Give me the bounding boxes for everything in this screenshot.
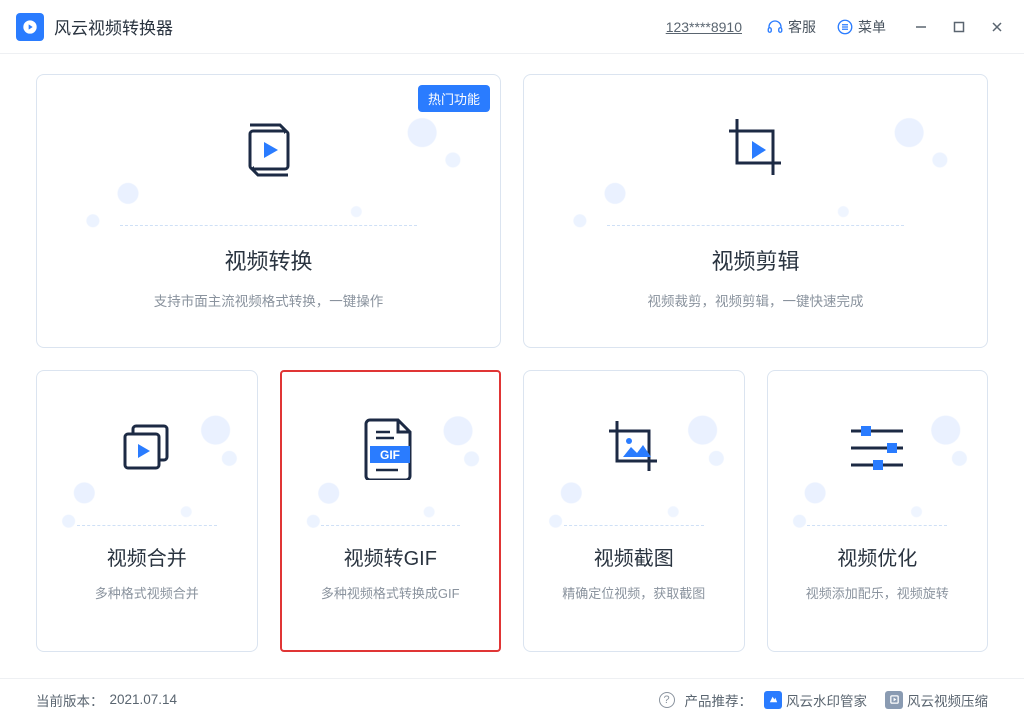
card-divider [807, 525, 947, 526]
card-desc: 多种格式视频合并 [85, 583, 209, 602]
recommend-link-watermark[interactable]: 风云水印管家 [764, 690, 867, 710]
support-label: 客服 [788, 17, 816, 37]
window-maximize-button[interactable] [948, 16, 970, 38]
headset-icon [766, 18, 784, 36]
gif-label: GIF [380, 448, 400, 462]
card-video-edit[interactable]: 视频剪辑 视频裁剪，视频剪辑，一键快速完成 [523, 74, 988, 348]
convert-icon [234, 115, 304, 185]
app-title: 风云视频转换器 [54, 14, 173, 39]
support-button[interactable]: 客服 [766, 17, 816, 37]
recommend-label: 产品推荐： [685, 690, 753, 710]
titlebar: 风云视频转换器 123****8910 客服 菜单 [0, 0, 1024, 54]
card-video-merge[interactable]: 视频合并 多种格式视频合并 [36, 370, 258, 652]
help-icon[interactable]: ? [659, 692, 675, 708]
card-video-to-gif[interactable]: GIF 视频转GIF 多种视频格式转换成GIF [280, 370, 502, 652]
card-title: 视频转GIF [344, 542, 437, 571]
card-title: 视频优化 [837, 542, 917, 571]
card-desc: 精确定位视频，获取截图 [552, 583, 715, 602]
app-logo-icon [16, 13, 44, 41]
screenshot-icon [603, 417, 665, 479]
card-title: 视频截图 [594, 542, 674, 571]
window-close-button[interactable] [986, 16, 1008, 38]
gif-file-icon: GIF [364, 416, 416, 480]
card-divider [77, 525, 217, 526]
card-divider [564, 525, 704, 526]
version-value: 2021.07.14 [110, 692, 178, 707]
card-video-convert[interactable]: 热门功能 视频转换 支持市面主流视频格式转换，一键操作 [36, 74, 501, 348]
recommend-label-2: 风云视频压缩 [907, 690, 988, 710]
watermark-app-icon [764, 691, 782, 709]
recommend-label-1: 风云水印管家 [786, 690, 867, 710]
footer: 当前版本： 2021.07.14 ? 产品推荐： 风云水印管家 风云视频压缩 [0, 678, 1024, 720]
card-desc: 视频添加配乐，视频旋转 [796, 583, 959, 602]
version-label: 当前版本： [36, 690, 104, 710]
card-divider [607, 225, 903, 226]
sliders-icon [847, 421, 907, 475]
merge-icon [117, 418, 177, 478]
card-divider [321, 525, 460, 526]
crop-play-icon [719, 113, 793, 187]
menu-button[interactable]: 菜单 [836, 17, 886, 37]
card-desc: 视频裁剪，视频剪辑，一键快速完成 [638, 290, 874, 310]
card-title: 视频合并 [107, 542, 187, 571]
menu-label: 菜单 [858, 17, 886, 37]
card-desc: 多种视频格式转换成GIF [311, 583, 470, 602]
card-title: 视频剪辑 [711, 244, 799, 276]
card-title: 视频转换 [224, 244, 312, 276]
card-video-optimize[interactable]: 视频优化 视频添加配乐，视频旋转 [767, 370, 989, 652]
recommend-link-compress[interactable]: 风云视频压缩 [885, 690, 988, 710]
window-minimize-button[interactable] [910, 16, 932, 38]
card-video-screenshot[interactable]: 视频截图 精确定位视频，获取截图 [523, 370, 745, 652]
card-desc: 支持市面主流视频格式转换，一键操作 [144, 290, 394, 310]
main-content: 热门功能 视频转换 支持市面主流视频格式转换，一键操作 [0, 54, 1024, 678]
card-divider [120, 225, 416, 226]
menu-icon [836, 18, 854, 36]
compress-app-icon [885, 691, 903, 709]
account-link[interactable]: 123****8910 [666, 19, 742, 35]
